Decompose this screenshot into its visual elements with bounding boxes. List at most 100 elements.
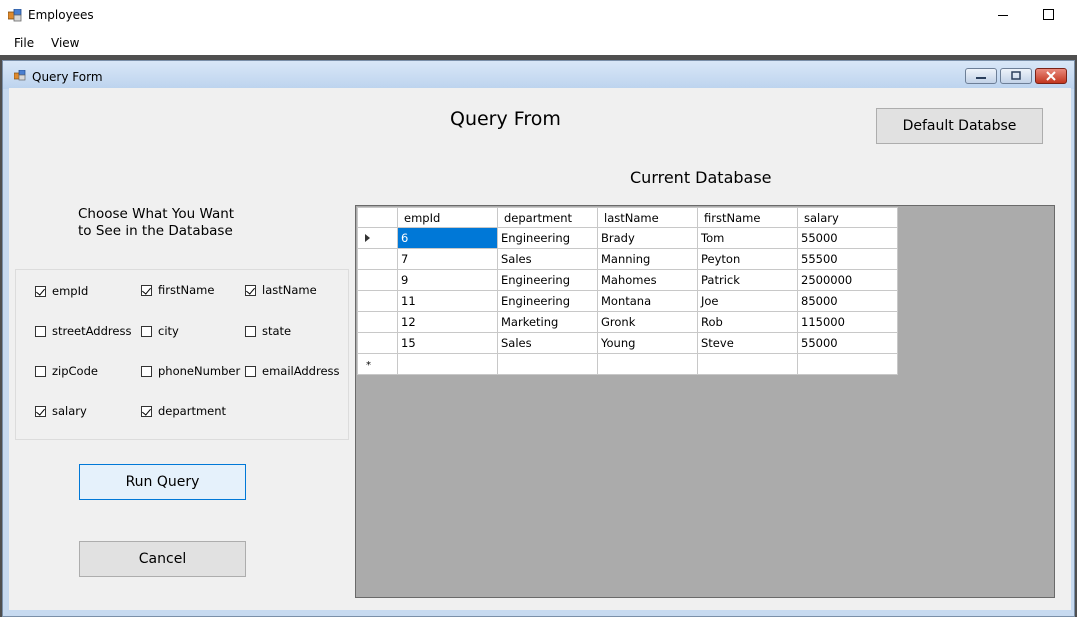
checkbox-zipcode[interactable]: zipCode (35, 364, 98, 378)
checkbox-salary[interactable]: salary (35, 404, 87, 418)
table-row[interactable]: 7 Sales Manning Peyton 55500 (357, 248, 898, 270)
row-header[interactable] (357, 248, 398, 270)
grid-cell[interactable]: Engineering (497, 269, 598, 291)
column-checkbox-group: empId firstName lastName streetAddress c… (15, 269, 349, 440)
grid-cell[interactable] (797, 353, 898, 375)
run-query-button[interactable]: Run Query (79, 464, 246, 500)
grid-cell[interactable]: Brady (597, 227, 698, 249)
grid-cell[interactable]: 55500 (797, 248, 898, 270)
column-header-empid[interactable]: empId (397, 207, 498, 228)
checkbox-box[interactable] (141, 405, 152, 417)
checkbox-label: firstName (158, 283, 215, 297)
grid-cell[interactable]: Manning (597, 248, 698, 270)
row-header[interactable] (357, 227, 398, 249)
row-header[interactable] (357, 332, 398, 354)
checkbox-box[interactable] (141, 365, 152, 377)
checkbox-label: emailAddress (262, 364, 340, 378)
grid-cell[interactable]: 85000 (797, 290, 898, 312)
grid-cell[interactable]: Marketing (497, 311, 598, 333)
grid-cell[interactable]: Young (597, 332, 698, 354)
grid-cell[interactable]: 55000 (797, 332, 898, 354)
results-data-grid[interactable]: empId department lastName firstName sala… (355, 205, 1055, 598)
checkbox-department[interactable]: department (141, 404, 226, 418)
menu-file[interactable]: File (14, 36, 34, 50)
grid-cell[interactable]: 55000 (797, 227, 898, 249)
grid-cell[interactable] (397, 353, 498, 375)
grid-cell[interactable]: Rob (697, 311, 798, 333)
checkbox-label: department (158, 404, 227, 418)
new-row[interactable]: * (357, 353, 898, 375)
grid-cell[interactable]: 9 (397, 269, 498, 291)
checkbox-streetaddress[interactable]: streetAddress (35, 324, 131, 338)
table-row[interactable]: 11 Engineering Montana Joe 85000 (357, 290, 898, 312)
child-minimize-icon[interactable] (965, 68, 997, 84)
grid-cell[interactable]: 11 (397, 290, 498, 312)
table-row[interactable]: 15 Sales Young Steve 55000 (357, 332, 898, 354)
grid-cell[interactable]: 2500000 (797, 269, 898, 291)
table-row[interactable]: 6 Engineering Brady Tom 55000 (357, 227, 898, 249)
checkbox-box[interactable] (141, 325, 152, 337)
default-database-button[interactable]: Default Databse (876, 108, 1043, 144)
row-header[interactable] (357, 290, 398, 312)
grid-cell[interactable]: 12 (397, 311, 498, 333)
minimize-icon[interactable] (993, 4, 1015, 26)
column-header-lastname[interactable]: lastName (597, 207, 698, 228)
grid-corner-header[interactable] (357, 207, 398, 228)
checkbox-lastname[interactable]: lastName (245, 283, 317, 297)
grid-cell[interactable]: Mahomes (597, 269, 698, 291)
grid-cell[interactable]: Patrick (697, 269, 798, 291)
row-header[interactable]: * (357, 353, 398, 375)
grid-cell[interactable] (697, 353, 798, 375)
grid-cell[interactable] (597, 353, 698, 375)
checkbox-box[interactable] (35, 325, 46, 337)
grid-cell[interactable]: Tom (697, 227, 798, 249)
checkbox-box[interactable] (245, 325, 256, 337)
checkbox-state[interactable]: state (245, 324, 291, 338)
menu-view[interactable]: View (51, 36, 79, 50)
grid-cell[interactable]: 7 (397, 248, 498, 270)
child-titlebar: Query Form (3, 61, 1074, 89)
grid-cell[interactable]: Engineering (497, 227, 598, 249)
child-close-icon[interactable] (1035, 68, 1067, 84)
child-restore-icon[interactable] (1000, 68, 1032, 84)
table-row[interactable]: 9 Engineering Mahomes Patrick 2500000 (357, 269, 898, 291)
grid-cell[interactable]: Engineering (497, 290, 598, 312)
grid-cell[interactable]: Peyton (697, 248, 798, 270)
grid-cell[interactable]: 115000 (797, 311, 898, 333)
window-titlebar: Employees (0, 0, 1077, 31)
grid-table: empId department lastName firstName sala… (357, 207, 898, 375)
checkbox-label: streetAddress (52, 324, 132, 338)
checkbox-label: empId (52, 284, 89, 298)
checkbox-box[interactable] (245, 284, 256, 296)
menu-bar: File View (0, 31, 1077, 55)
checkbox-box[interactable] (35, 405, 46, 417)
row-header[interactable] (357, 311, 398, 333)
grid-cell[interactable]: Sales (497, 332, 598, 354)
checkbox-box[interactable] (35, 285, 46, 297)
grid-cell[interactable]: Steve (697, 332, 798, 354)
row-header[interactable] (357, 269, 398, 291)
column-header-department[interactable]: department (497, 207, 598, 228)
grid-cell[interactable]: 6 (397, 227, 498, 249)
grid-cell[interactable]: Montana (597, 290, 698, 312)
checkbox-empid[interactable]: empId (35, 284, 88, 298)
app-icon (8, 9, 22, 22)
table-row[interactable]: 12 Marketing Gronk Rob 115000 (357, 311, 898, 333)
page-title: Query From (450, 108, 561, 130)
grid-cell[interactable] (497, 353, 598, 375)
checkbox-box[interactable] (141, 284, 152, 296)
column-header-firstname[interactable]: firstName (697, 207, 798, 228)
grid-cell[interactable]: 15 (397, 332, 498, 354)
checkbox-emailaddress[interactable]: emailAddress (245, 364, 340, 378)
grid-cell[interactable]: Gronk (597, 311, 698, 333)
grid-cell[interactable]: Joe (697, 290, 798, 312)
checkbox-box[interactable] (35, 365, 46, 377)
checkbox-box[interactable] (245, 365, 256, 377)
column-header-salary[interactable]: salary (797, 207, 898, 228)
checkbox-firstname[interactable]: firstName (141, 283, 214, 297)
checkbox-phonenumber[interactable]: phoneNumber (141, 364, 240, 378)
maximize-icon[interactable] (1038, 4, 1060, 26)
checkbox-city[interactable]: city (141, 324, 179, 338)
cancel-button[interactable]: Cancel (79, 541, 246, 577)
grid-cell[interactable]: Sales (497, 248, 598, 270)
